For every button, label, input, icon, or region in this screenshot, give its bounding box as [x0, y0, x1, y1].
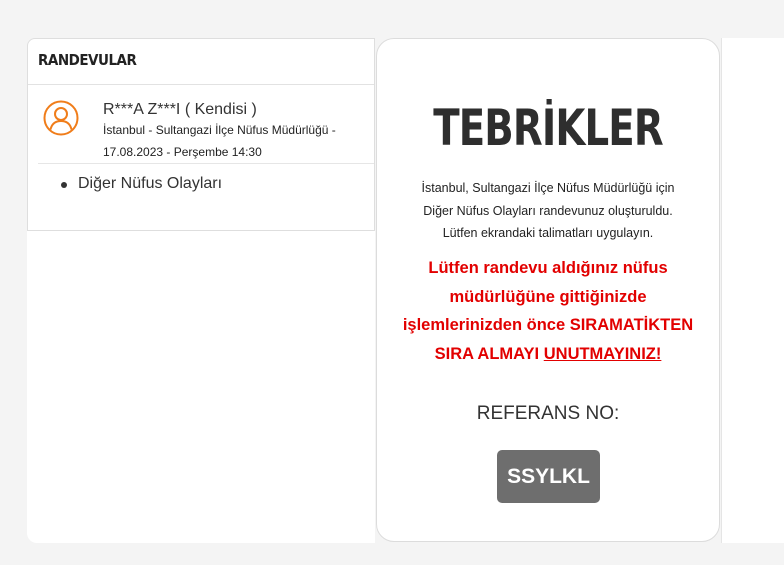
appointment-location: İstanbul - Sultangazi İlçe Nüfus Müdürlü…	[103, 123, 336, 137]
reference-label: REFERANS NO:	[476, 403, 620, 424]
info-line: Diğer Nüfus Olayları randevunuz oluşturu…	[423, 203, 673, 218]
reference-code-badge: SSYLKL	[497, 450, 600, 503]
list-item: Diğer Nüfus Olayları	[28, 175, 222, 193]
appointments-panel: RANDEVULAR R***A Z***I ( Kendisi ) İstan…	[27, 38, 375, 543]
divider	[721, 38, 722, 543]
bullet-icon	[61, 182, 67, 188]
appointments-card: RANDEVULAR R***A Z***I ( Kendisi ) İstan…	[27, 38, 375, 231]
appointments-title: RANDEVULAR	[28, 39, 374, 85]
info-line: Lütfen ekrandaki talimatları uygulayın.	[442, 226, 654, 240]
warning-line: Lütfen randevu aldığınız nüfus	[428, 259, 668, 277]
confirmation-info: İstanbul, Sultangazi İlçe Nüfus Müdürlüğ…	[397, 177, 699, 245]
info-line: İstanbul, Sultangazi İlçe Nüfus Müdürlüğ…	[421, 181, 675, 195]
appointment-item: R***A Z***I ( Kendisi ) İstanbul - Sulta…	[28, 85, 374, 164]
row-divider	[38, 163, 374, 164]
warning-message: Lütfen randevu aldığınız nüfus müdürlüğü…	[387, 254, 709, 368]
side-panel-edge	[721, 38, 784, 543]
user-icon	[43, 100, 79, 136]
warning-line: SIRA ALMAYI UNUTMAYINIZ!	[387, 340, 709, 369]
warning-line: işlemlerinizden önce SIRAMATİKTEN	[402, 316, 694, 334]
events-list: Diğer Nüfus Olayları	[28, 175, 222, 193]
warning-line: müdürlüğüne gittiğinizde	[449, 287, 647, 306]
appointment-person-name: R***A Z***I ( Kendisi )	[103, 101, 257, 118]
confirmation-card: TEBRİKLER İstanbul, Sultangazi İlçe Nüfu…	[376, 38, 720, 542]
appointment-datetime: 17.08.2023 - Perşembe 14:30	[103, 145, 262, 159]
confirmation-heading: TEBRİKLER	[433, 99, 663, 157]
warning-text: SIRA ALMAYI	[434, 344, 540, 363]
event-label: Diğer Nüfus Olayları	[78, 175, 223, 192]
warning-emphasis: UNUTMAYINIZ!	[543, 344, 662, 363]
